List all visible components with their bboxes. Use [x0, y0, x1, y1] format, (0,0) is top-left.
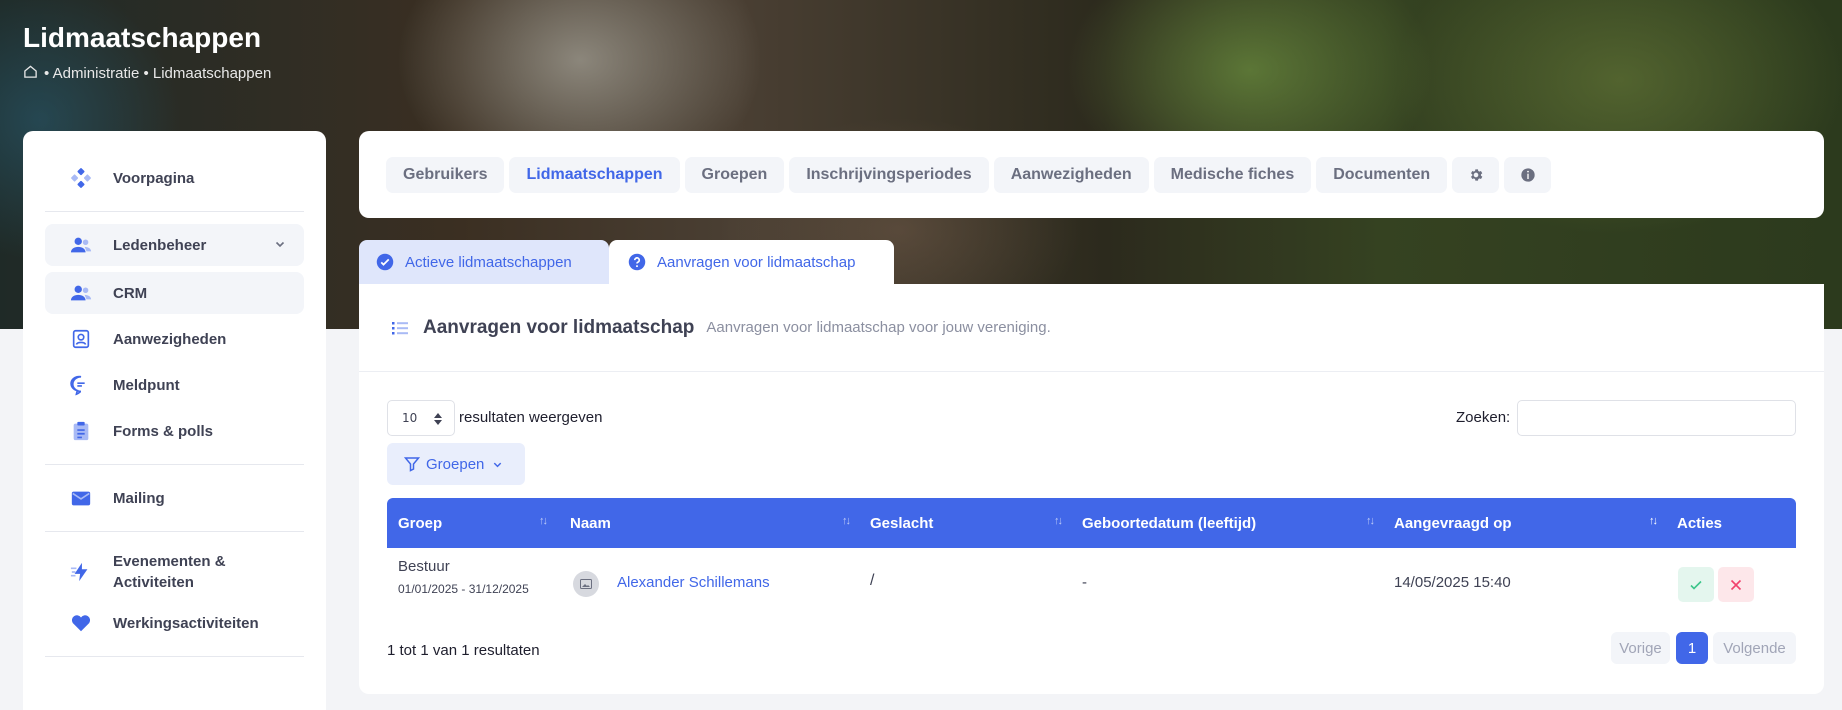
page-length-value: 10: [402, 411, 418, 425]
column-header-groep[interactable]: Groep: [398, 498, 442, 548]
divider: [45, 531, 304, 532]
tab-inschrijvingsperiodes[interactable]: Inschrijvingsperiodes: [789, 156, 989, 193]
group-period: 01/01/2025 - 31/12/2025: [398, 582, 529, 596]
section-tabs: Gebruikers Lidmaatschappen Groepen Insch…: [359, 131, 1824, 218]
table-header: Groep ↑↓ Naam ↑↓ Geslacht ↑↓ Geboortedat…: [387, 498, 1796, 548]
tab-groepen[interactable]: Groepen: [684, 156, 785, 193]
member-name-link[interactable]: Alexander Schillemans: [617, 574, 770, 591]
tab-aanwezigheden[interactable]: Aanwezigheden: [993, 156, 1149, 193]
sidebar-item-meldpunt[interactable]: Meldpunt: [45, 364, 304, 406]
search-label: Zoeken:: [1456, 409, 1511, 426]
sidebar-item-label: Werkingsactiviteiten: [113, 614, 259, 632]
sort-icon[interactable]: ↑↓: [539, 515, 548, 527]
avatar: [573, 571, 599, 597]
close-icon: [1730, 579, 1742, 590]
subtab-label: Aanvragen voor lidmaatschap: [657, 253, 856, 271]
results-info: 1 tot 1 van 1 resultaten: [387, 642, 540, 659]
sidebar-item-label: Forms & polls: [113, 422, 214, 440]
sidebar-item-label: Evenementen & Activiteiten: [113, 553, 226, 591]
tab-gebruikers[interactable]: Gebruikers: [386, 156, 505, 193]
page-length-select[interactable]: 10: [387, 400, 455, 436]
page-1-button[interactable]: 1: [1676, 632, 1708, 664]
sidebar: Voorpagina Ledenbeheer CRM Aanwezigheden…: [23, 131, 326, 710]
list-icon: [392, 321, 408, 334]
question-circle-icon: [628, 253, 646, 271]
sidebar-item-ledenbeheer[interactable]: Ledenbeheer: [45, 224, 304, 266]
check-circle-icon: [376, 253, 394, 271]
tab-medische-fiches[interactable]: Medische fiches: [1153, 156, 1312, 193]
sidebar-item-label: Aanwezigheden: [113, 330, 227, 348]
tab-documenten[interactable]: Documenten: [1316, 156, 1448, 193]
column-header-aangevraagd-op[interactable]: Aangevraagd op: [1394, 498, 1512, 548]
gender-value: /: [870, 572, 875, 589]
page-title: Lidmaatschappen: [23, 22, 262, 53]
sort-icon[interactable]: ↑↓: [1649, 515, 1658, 527]
requests-card: Aanvragen voor lidmaatschap Aanvragen vo…: [359, 284, 1824, 694]
tab-lidmaatschappen[interactable]: Lidmaatschappen: [509, 156, 680, 193]
sidebar-item-label: CRM: [113, 284, 148, 302]
requested-on-value: 14/05/2025 15:40: [1394, 574, 1511, 591]
heart-icon: [69, 611, 93, 635]
column-header-acties: Acties: [1677, 514, 1723, 532]
divider: [45, 464, 304, 465]
filter-icon: [404, 457, 420, 472]
table-row: Bestuur 01/01/2025 - 31/12/2025 Alexande…: [387, 548, 1796, 618]
sidebar-item-aanwezigheden[interactable]: Aanwezigheden: [45, 318, 304, 360]
birthdate-value: -: [1082, 574, 1087, 591]
sort-icon[interactable]: ↑↓: [1366, 515, 1375, 527]
sidebar-item-werkingsactiviteiten[interactable]: Werkingsactiviteiten: [45, 602, 304, 644]
users-icon: [69, 281, 93, 305]
breadcrumb: • Administratie • Lidmaatschappen: [23, 64, 271, 83]
group-name: Bestuur: [398, 558, 450, 575]
lightning-icon: [69, 560, 93, 584]
info-tab[interactable]: [1504, 156, 1552, 193]
filter-label: Groepen: [426, 455, 485, 473]
card-header: Aanvragen voor lidmaatschap Aanvragen vo…: [359, 284, 1824, 372]
sidebar-item-voorpagina[interactable]: Voorpagina: [45, 157, 304, 199]
subtab-actieve-lidmaatschappen[interactable]: Actieve lidmaatschappen: [359, 240, 609, 284]
subtab-aanvragen[interactable]: Aanvragen voor lidmaatschap: [609, 240, 894, 284]
sidebar-item-evenementen[interactable]: Evenementen & Activiteiten: [45, 544, 304, 600]
settings-tab[interactable]: [1452, 156, 1500, 193]
image-placeholder-icon: [580, 579, 592, 589]
next-page-button[interactable]: Volgende: [1713, 632, 1796, 664]
sidebar-item-label: Mailing: [113, 489, 165, 507]
sort-icon[interactable]: ↑↓: [1054, 515, 1063, 527]
envelope-icon: [69, 486, 93, 510]
previous-page-button[interactable]: Vorige: [1611, 632, 1670, 664]
approve-button[interactable]: [1678, 567, 1714, 602]
sidebar-item-forms-polls[interactable]: Forms & polls: [45, 410, 304, 452]
subtab-label: Actieve lidmaatschappen: [405, 253, 572, 271]
divider: [45, 211, 304, 212]
card-subtitle: Aanvragen voor lidmaatschap voor jouw ve…: [706, 319, 1051, 336]
check-icon: [1690, 580, 1702, 590]
home-icon[interactable]: [23, 64, 38, 83]
chevron-down-icon: [494, 462, 502, 467]
groups-filter-button[interactable]: Groepen: [387, 443, 525, 485]
users-icon: [69, 233, 93, 257]
divider: [45, 656, 304, 657]
sidebar-item-label: Voorpagina: [113, 169, 195, 187]
sidebar-item-label: Ledenbeheer: [113, 236, 207, 254]
reject-button[interactable]: [1718, 567, 1754, 602]
clipboard-icon: [69, 419, 93, 443]
page-length-label: resultaten weergeven: [459, 409, 603, 426]
column-header-geboortedatum[interactable]: Geboortedatum (leeftijd): [1082, 498, 1256, 548]
badge-icon: [69, 327, 93, 351]
chevron-down-icon[interactable]: [274, 238, 286, 250]
column-header-naam[interactable]: Naam: [570, 498, 611, 548]
sidebar-item-label: Meldpunt: [113, 376, 180, 394]
gear-icon: [1470, 168, 1482, 181]
grid-dots-icon: [69, 166, 93, 190]
column-header-geslacht[interactable]: Geslacht: [870, 498, 933, 548]
breadcrumb-text[interactable]: • Administratie • Lidmaatschappen: [44, 65, 271, 82]
sidebar-item-crm[interactable]: CRM: [45, 272, 304, 314]
search-input[interactable]: [1517, 400, 1796, 436]
sort-icon[interactable]: ↑↓: [842, 515, 851, 527]
sort-arrows-icon: [434, 413, 442, 425]
card-title: Aanvragen voor lidmaatschap: [423, 316, 695, 338]
chat-icon: [69, 373, 93, 397]
info-icon: [1520, 167, 1535, 182]
sidebar-item-mailing[interactable]: Mailing: [45, 477, 304, 519]
